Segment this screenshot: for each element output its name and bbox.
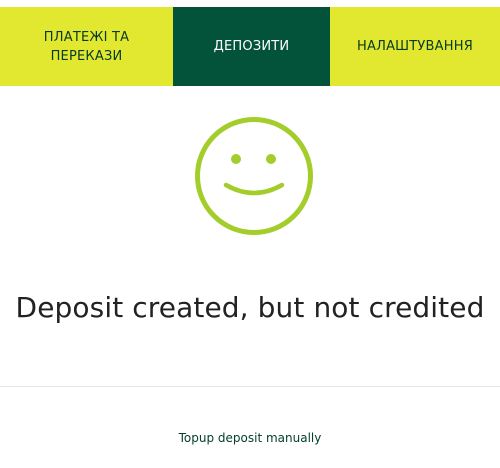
tab-payments-transfers-label-line2: ПЕРЕКАЗИ <box>50 48 123 64</box>
tab-settings[interactable]: НАЛАШТУВАННЯ <box>330 7 500 86</box>
smiley-left-eye <box>231 154 241 164</box>
tab-payments-transfers[interactable]: ПЛАТЕЖІ ТА ПЕРЕКАЗИ <box>0 7 173 86</box>
smiley-right-eye <box>266 154 276 164</box>
smiley-icon <box>195 117 313 235</box>
deposit-status-page: ПЛАТЕЖІ ТА ПЕРЕКАЗИ ДЕПОЗИТИ НАЛАШТУВАНН… <box>0 0 500 468</box>
divider <box>0 386 500 387</box>
top-navigation: ПЛАТЕЖІ ТА ПЕРЕКАЗИ ДЕПОЗИТИ НАЛАШТУВАНН… <box>0 7 500 86</box>
topup-deposit-manually-link[interactable]: Topup deposit manually <box>0 428 500 448</box>
smiley-mouth <box>223 182 285 196</box>
tab-settings-label: НАЛАШТУВАННЯ <box>357 39 473 54</box>
tab-deposits[interactable]: ДЕПОЗИТИ <box>173 7 330 86</box>
tab-payments-transfers-label: ПЛАТЕЖІ ТА ПЕРЕКАЗИ <box>44 28 129 66</box>
smiley-face-outline <box>195 117 313 235</box>
tab-deposits-label: ДЕПОЗИТИ <box>213 39 290 54</box>
tab-payments-transfers-label-line1: ПЛАТЕЖІ ТА <box>43 29 130 45</box>
status-title: Deposit created, but not credited <box>15 291 485 324</box>
